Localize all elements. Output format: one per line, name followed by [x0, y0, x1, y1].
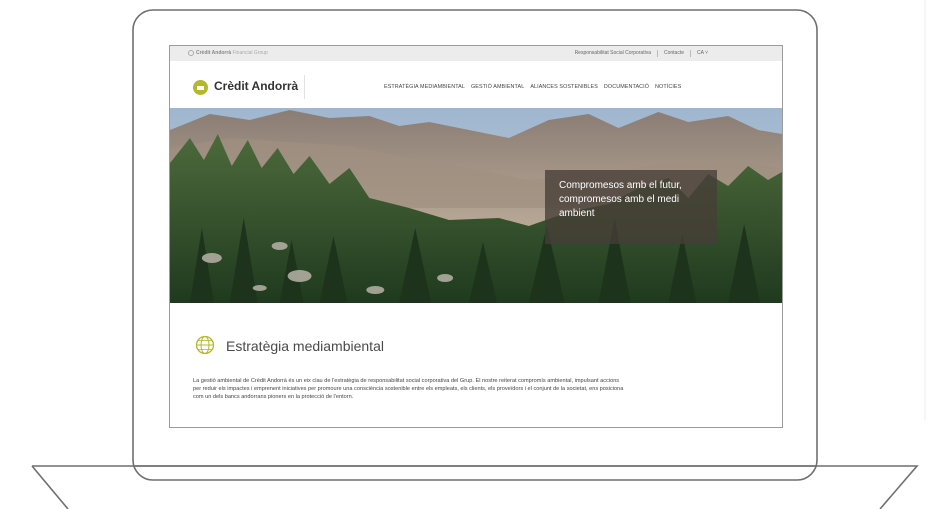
section-title: Estratègia mediambiental: [226, 338, 384, 354]
link-rsc[interactable]: Responsabilitat Social Corporativa: [569, 50, 657, 57]
nav-documentacio[interactable]: DOCUMENTACIÓ: [604, 84, 649, 90]
group-logo-icon: [188, 50, 194, 56]
link-contacte[interactable]: Contacte: [657, 50, 690, 57]
group-brand-suffix: Financial Group: [232, 50, 268, 56]
hero-caption: Compromesos amb el futur, compromesos am…: [545, 170, 717, 244]
header-divider: [304, 75, 305, 99]
group-brand-name: Crèdit Andorrà: [196, 50, 232, 56]
group-brand[interactable]: Crèdit Andorrà Financial Group: [196, 50, 268, 56]
section-body-text: La gestió ambiental de Crèdit Andorrà és…: [193, 378, 624, 401]
brand-logo-icon[interactable]: [193, 80, 208, 95]
nav-noticies[interactable]: NOTÍCIES: [655, 84, 681, 90]
browser-screen: Crèdit Andorrà Financial Group Responsab…: [169, 45, 783, 428]
main-nav: ESTRATÈGIA MEDIAMBIENTAL GESTIÓ AMBIENTA…: [384, 84, 681, 90]
language-selector[interactable]: CA ˅: [690, 50, 714, 57]
brand-name[interactable]: Crèdit Andorrà: [214, 79, 298, 93]
nav-estrategia[interactable]: ESTRATÈGIA MEDIAMBIENTAL: [384, 84, 465, 90]
main-header: Crèdit Andorrà ESTRATÈGIA MEDIAMBIENTAL …: [170, 61, 782, 108]
nav-aliances[interactable]: ALIANCES SOSTENIBLES: [530, 84, 598, 90]
globe-icon: [195, 335, 215, 355]
hero-banner: Compromesos amb el futur, compromesos am…: [170, 108, 782, 303]
utility-links: Responsabilitat Social Corporativa Conta…: [569, 50, 714, 57]
utility-bar: Crèdit Andorrà Financial Group Responsab…: [170, 46, 782, 61]
nav-gestio[interactable]: GESTIÓ AMBIENTAL: [471, 84, 524, 90]
